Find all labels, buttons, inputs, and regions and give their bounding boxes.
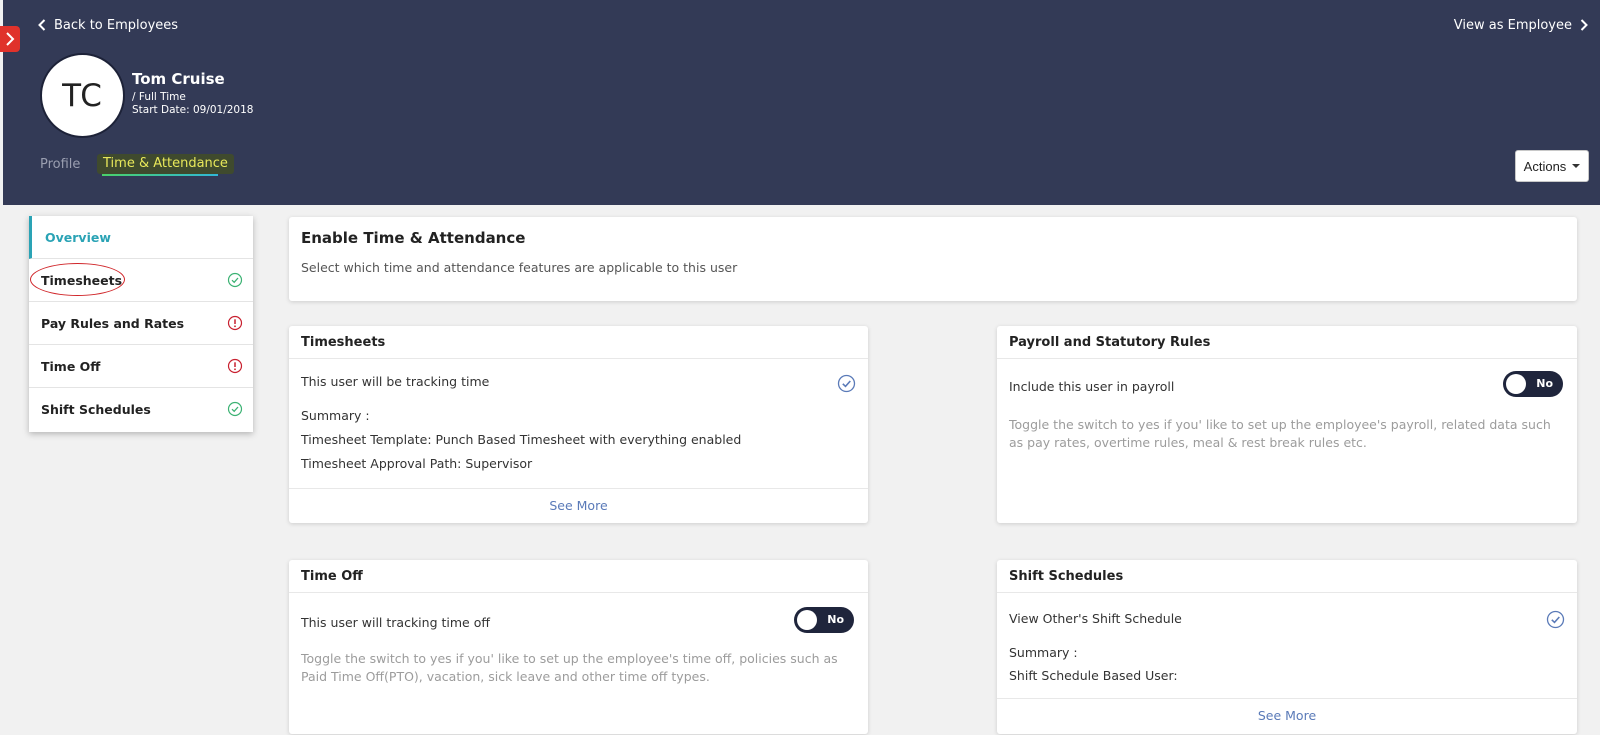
time-off-card-title: Time Off xyxy=(301,568,363,584)
timesheets-see-more-link[interactable]: See More xyxy=(289,488,868,522)
sidebar-item-shift-schedules[interactable]: Shift Schedules xyxy=(29,388,253,431)
chevron-right-icon xyxy=(1580,19,1588,31)
toggle-label: No xyxy=(1536,377,1553,390)
tracking-time-text: This user will be tracking time xyxy=(301,374,490,389)
chevron-left-icon xyxy=(38,19,46,31)
payroll-card: Payroll and Statutory Rules Include this… xyxy=(997,326,1577,523)
sidebar-item-label: Shift Schedules xyxy=(41,402,151,417)
payroll-toggle[interactable]: No xyxy=(1503,371,1563,397)
sidebar-item-pay-rules[interactable]: Pay Rules and Rates xyxy=(29,302,253,345)
sidebar-toggle-button[interactable] xyxy=(0,26,20,52)
view-shift-schedule-text: View Other's Shift Schedule xyxy=(1009,611,1182,626)
employee-type: / Full Time xyxy=(132,91,186,103)
payroll-card-title: Payroll and Statutory Rules xyxy=(1009,334,1211,350)
shift-schedules-see-more-link[interactable]: See More xyxy=(997,698,1577,732)
sidebar-item-label: Timesheets xyxy=(41,272,123,288)
alert-circle-icon xyxy=(227,358,243,374)
summary-label: Summary : xyxy=(1009,645,1078,660)
toggle-label: No xyxy=(827,613,844,626)
sidebar-item-overview[interactable]: Overview xyxy=(29,216,253,259)
time-off-card: Time Off This user will tracking time of… xyxy=(289,560,868,734)
chevron-right-icon xyxy=(6,32,15,46)
avatar: TC xyxy=(40,53,125,138)
enable-time-attendance-card: Enable Time & Attendance Select which ti… xyxy=(289,217,1577,301)
view-as-employee-link[interactable]: View as Employee xyxy=(1454,14,1588,36)
view-link-label: View as Employee xyxy=(1453,17,1572,33)
check-circle-icon xyxy=(227,272,243,288)
time-off-toggle[interactable]: No xyxy=(794,607,854,633)
card-header: Timesheets xyxy=(289,326,868,359)
tab-profile[interactable]: Profile xyxy=(40,157,80,172)
employee-start-date: Start Date: 09/01/2018 xyxy=(132,104,254,116)
active-tab-indicator xyxy=(102,174,218,176)
card-header: Shift Schedules xyxy=(997,560,1577,593)
toggle-knob xyxy=(1506,374,1526,394)
sidebar-item-label: Overview xyxy=(45,229,111,245)
sidebar-item-timesheets[interactable]: Timesheets xyxy=(29,259,253,302)
check-circle-icon[interactable] xyxy=(1546,610,1565,629)
toggle-knob xyxy=(797,610,817,630)
sidebar-item-time-off[interactable]: Time Off xyxy=(29,345,253,388)
employee-name: Tom Cruise xyxy=(132,70,225,88)
actions-dropdown-button[interactable]: Actions xyxy=(1515,150,1589,182)
timesheet-approval-text: Timesheet Approval Path: Supervisor xyxy=(301,456,533,471)
alert-circle-icon xyxy=(227,315,243,331)
payroll-help-text: Toggle the switch to yes if you' like to… xyxy=(1009,417,1551,450)
enable-card-subtitle: Select which time and attendance feature… xyxy=(301,260,738,275)
tracking-time-off-label: This user will tracking time off xyxy=(301,615,490,630)
timesheets-card: Timesheets This user will be tracking ti… xyxy=(289,326,868,523)
time-off-help-text: Toggle the switch to yes if you' like to… xyxy=(301,651,838,684)
shift-based-user-text: Shift Schedule Based User: xyxy=(1009,668,1178,683)
tab-time-and-attendance[interactable]: Time & Attendance xyxy=(97,154,234,174)
back-link-label: Back to Employees xyxy=(54,17,179,33)
card-header: Time Off xyxy=(289,560,868,593)
check-circle-icon xyxy=(227,401,243,417)
back-to-employees-link[interactable]: Back to Employees xyxy=(38,14,178,36)
card-header: Payroll and Statutory Rules xyxy=(997,326,1577,359)
sidebar-nav: Overview Timesheets Pay Rules and Rates … xyxy=(29,216,253,432)
sidebar-item-label: Time Off xyxy=(41,358,101,374)
sidebar-item-label: Pay Rules and Rates xyxy=(41,315,185,331)
include-payroll-label: Include this user in payroll xyxy=(1009,379,1175,394)
summary-label: Summary : xyxy=(301,408,370,423)
caret-down-icon xyxy=(1572,164,1581,168)
actions-label: Actions xyxy=(1523,158,1567,174)
employee-header xyxy=(3,0,1600,205)
timesheets-card-title: Timesheets xyxy=(301,334,386,350)
enable-card-title: Enable Time & Attendance xyxy=(301,229,526,247)
check-circle-icon[interactable] xyxy=(837,374,856,393)
timesheet-template-text: Timesheet Template: Punch Based Timeshee… xyxy=(301,432,742,447)
shift-schedules-card: Shift Schedules View Other's Shift Sched… xyxy=(997,560,1577,734)
shift-schedules-card-title: Shift Schedules xyxy=(1009,568,1124,584)
